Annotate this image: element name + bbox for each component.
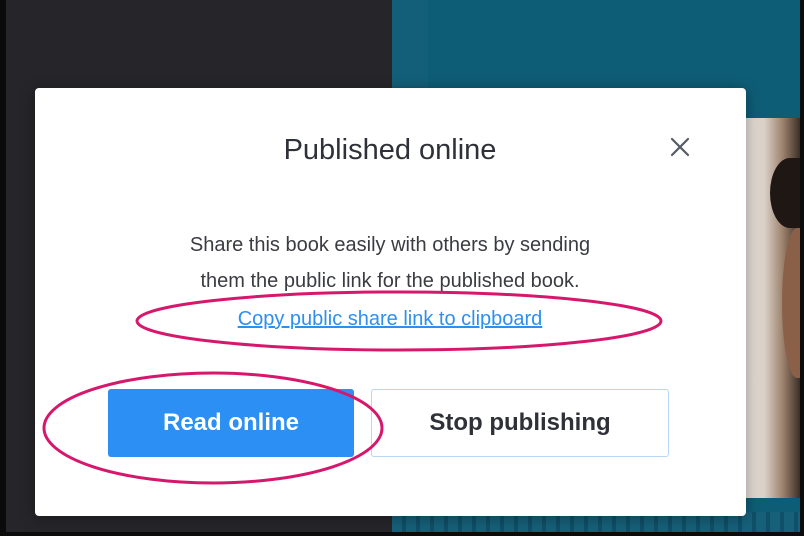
description-line-2: them the public link for the published b… [200,270,580,292]
dialog-title: Published online [283,134,497,166]
description-line-1: Share this book easily with others by se… [189,234,591,256]
photo-hair [770,158,804,228]
read-online-button[interactable]: Read online [108,389,354,457]
close-button[interactable] [664,131,696,163]
screen-edge-right [800,0,804,536]
screenshot-stage: Published online Share this book easily … [0,0,804,536]
screen-edge-bottom [0,532,804,536]
close-icon [670,137,690,157]
copy-share-link[interactable]: Copy public share link to clipboard [0,308,780,331]
stop-publishing-button[interactable]: Stop publishing [371,389,669,457]
